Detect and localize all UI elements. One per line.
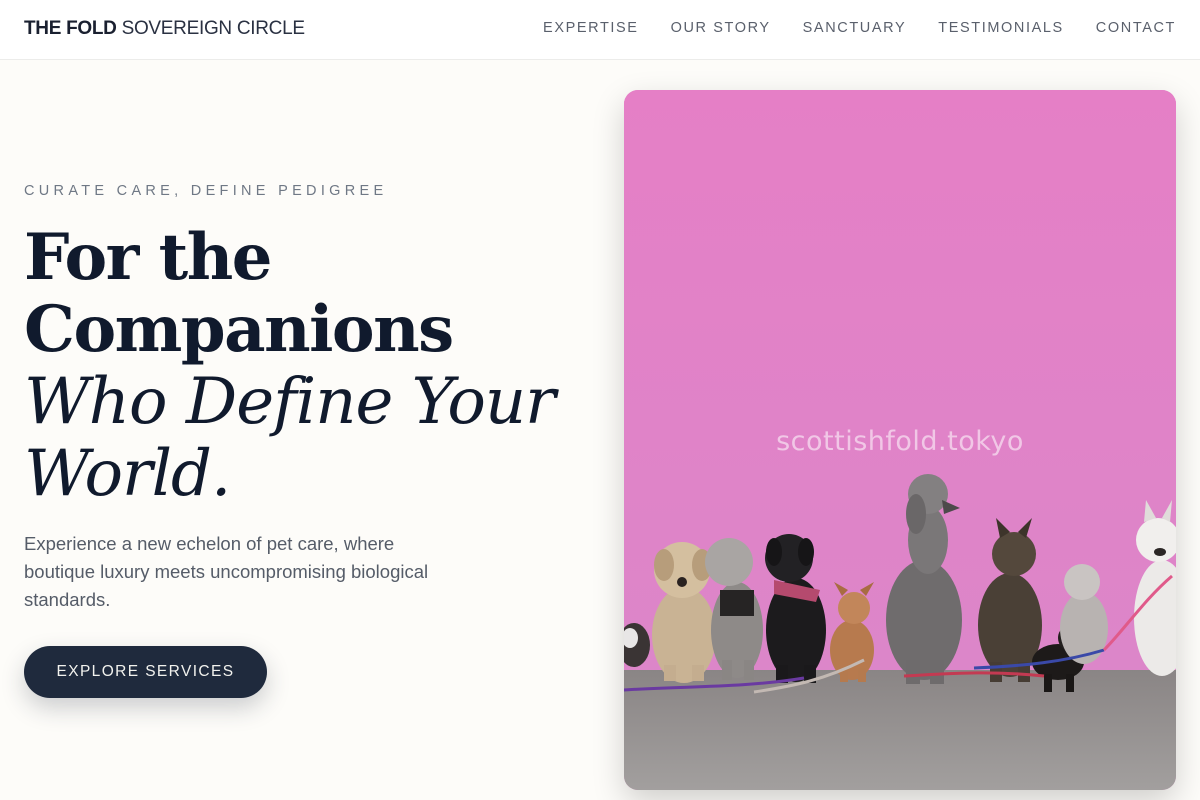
headline-line-4: World.	[24, 437, 231, 511]
hero-eyebrow: CURATE CARE, DEFINE PEDIGREE	[24, 183, 388, 199]
explore-services-button[interactable]: EXPLORE SERVICES	[24, 646, 267, 698]
image-watermark: scottishfold.tokyo	[776, 426, 1024, 457]
brand-name-strong: THE FOLD	[24, 18, 117, 39]
headline-line-2: Companions	[24, 292, 454, 367]
nav-item-expertise[interactable]: EXPERTISE	[543, 20, 639, 36]
hero-headline: For the Companions Who Define Your World…	[24, 220, 584, 511]
nav-item-contact[interactable]: CONTACT	[1096, 20, 1176, 36]
main-nav: EXPERTISE OUR STORY SANCTUARY TESTIMONIA…	[543, 20, 1176, 36]
site-header: THE FOLD SOVEREIGN CIRCLE EXPERTISE OUR …	[0, 0, 1200, 60]
nav-item-our-story[interactable]: OUR STORY	[671, 20, 771, 36]
nav-item-sanctuary[interactable]: SANCTUARY	[803, 20, 907, 36]
brand-logo[interactable]: THE FOLD SOVEREIGN CIRCLE	[24, 18, 305, 40]
hero-image: scottishfold.tokyo	[624, 90, 1176, 790]
headline-line-1: For the	[24, 220, 272, 295]
hero-description: Experience a new echelon of pet care, wh…	[24, 533, 429, 610]
headline-line-3: Who Define Your	[24, 365, 556, 439]
nav-item-testimonials[interactable]: TESTIMONIALS	[938, 20, 1064, 36]
brand-name-light: SOVEREIGN CIRCLE	[121, 18, 305, 39]
